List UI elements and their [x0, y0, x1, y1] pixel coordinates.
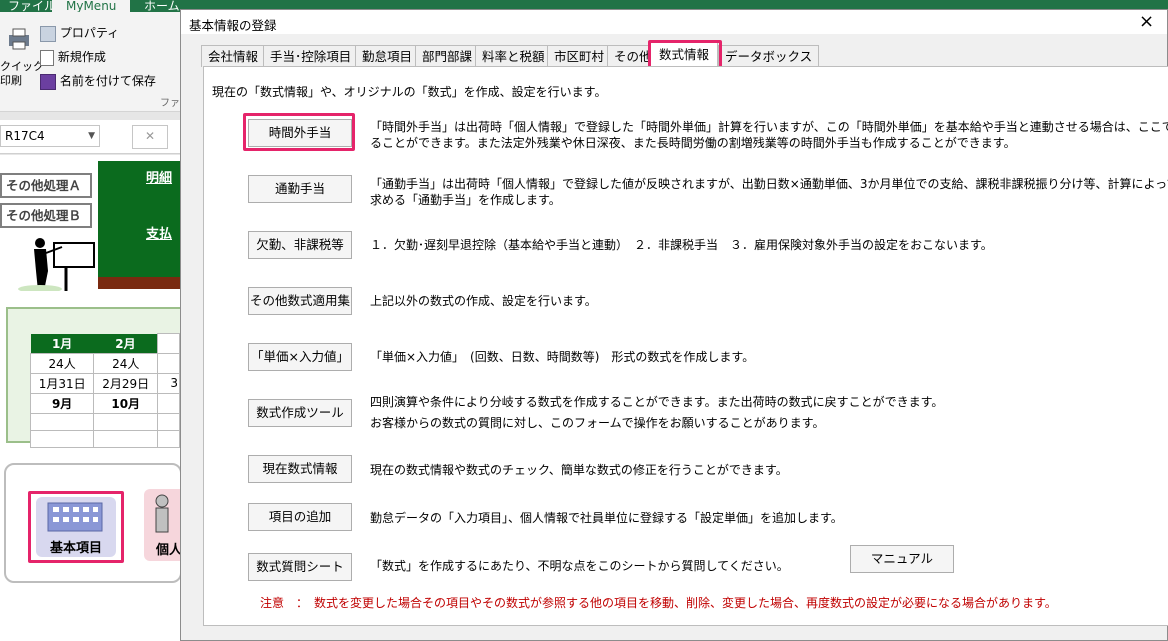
commute-desc: 「通勤手当」は出荷時「個人情報」で登録した値が反映されますが、出勤日数×通勤単価…: [370, 176, 1168, 208]
commute-allowance-button[interactable]: 通勤手当: [248, 175, 352, 203]
property-button[interactable]: プロパティ: [40, 24, 119, 42]
basic-item-button[interactable]: 基本項目: [36, 497, 116, 557]
add-item-desc: 勤怠データの「入力項目」、個人情報で社員単位に登録する「設定単価」を追加します。: [370, 511, 843, 525]
other-process-b-button[interactable]: その他処理Ｂ: [0, 203, 92, 228]
formula-bar: R17C4 ▼ ✕: [0, 120, 182, 154]
building-icon: [47, 502, 103, 532]
ribbon-tab-mymenu[interactable]: MyMenu: [52, 0, 131, 12]
tab-data-box[interactable]: データボックス: [718, 45, 820, 67]
warning-note: 注意 ： 数式を変更した場合その項目やその数式が参照する他の項目を移動、削除、変…: [260, 596, 1057, 610]
tab-departments[interactable]: 部門部課: [415, 45, 480, 67]
dialog-window: 基本情報の登録 × 会社情報 手当･控除項目 勤怠項目 部門部課 料率と税額 市…: [180, 9, 1168, 641]
desc-line: お客様からの数式の質問に対し、このフォームで操作をお願いすることがあります。: [370, 416, 825, 430]
presenter-floor: [98, 277, 182, 289]
calendar-cell: 3: [157, 372, 180, 394]
chevron-down-icon: ▼: [88, 131, 95, 141]
formula-tool-desc: 四則演算や条件により分岐する数式を作成することができます。また出荷時の数式に戻す…: [370, 392, 943, 434]
basic-item-label: 基本項目: [49, 541, 102, 556]
tab-municipalities[interactable]: 市区町村: [547, 45, 612, 67]
tab-company-info[interactable]: 会社情報: [201, 45, 266, 67]
name-box-value: R17C4: [5, 129, 45, 143]
calendar-cell: 24人: [29, 352, 95, 374]
desc-line: 求める「通勤手当」を作成します。: [370, 193, 561, 207]
dialog-title: 基本情報の登録: [189, 18, 277, 33]
calendar-header: 2月: [93, 333, 158, 353]
personal-label: 個人: [156, 543, 183, 558]
save-icon: [40, 73, 56, 90]
calendar-header: 1月: [30, 333, 94, 353]
absence-nontax-button[interactable]: 欠勤、非課税等: [248, 231, 352, 259]
green-banner: 明細 支払: [98, 161, 182, 281]
question-sheet-desc: 「数式」を作成するにあたり、不明な点をこのシートから質問してください。: [370, 559, 789, 573]
tab-rates-taxes[interactable]: 料率と税額: [475, 45, 552, 67]
link-shiharai[interactable]: 支払: [146, 223, 172, 242]
presenter-icon: [18, 238, 95, 291]
formula-cancel-icon[interactable]: ✕: [132, 125, 168, 149]
dialog-titlebar: 基本情報の登録 ×: [181, 10, 1167, 34]
personal-button[interactable]: 個人: [144, 489, 182, 561]
quick-print-label: クイック 印刷: [0, 60, 44, 87]
ribbon-group-label: ファ: [160, 98, 180, 109]
property-label: プロパティ: [59, 26, 120, 40]
other-formulas-button[interactable]: その他数式適用集: [248, 287, 352, 315]
formula-question-sheet-button[interactable]: 数式質問シート: [248, 553, 352, 581]
unit-price-desc: 「単価×入力値」 (回数、日数、時間数等) 形式の数式を作成します。: [370, 350, 755, 364]
desc-line: 「時間外手当」は出荷時「個人情報」で登録した「時間外単価」計算を行いますが、この…: [370, 120, 1168, 134]
highlight-overtime-button: [243, 113, 355, 151]
add-item-button[interactable]: 項目の追加: [248, 503, 352, 531]
desc-line: 「通勤手当」は出荷時「個人情報」で登録した値が反映されますが、出勤日数×通勤単価…: [370, 177, 1168, 191]
absence-desc: １．欠勤･遅刻早退控除（基本給や手当と連動） ２．非課税手当 ３．雇用保険対象外…: [370, 238, 993, 252]
unit-price-input-button[interactable]: 「単価×入力値」: [248, 343, 352, 371]
overtime-desc: 「時間外手当」は出荷時「個人情報」で登録した「時間外単価」計算を行いますが、この…: [370, 119, 1168, 151]
close-icon[interactable]: ×: [1139, 11, 1154, 32]
printer-icon: [9, 28, 29, 50]
quick-print-button[interactable]: [6, 26, 32, 55]
new-file-label: 新規作成: [57, 50, 106, 64]
other-process-a-button[interactable]: その他処理Ａ: [0, 173, 92, 198]
save-as-button[interactable]: 名前を付けて保存: [40, 72, 156, 90]
desc-line: 四則演算や条件により分岐する数式を作成することができます。また出荷時の数式に戻す…: [370, 395, 944, 409]
calendar-table: 1月 2月 24人 24人 1月31日 2月29日 3 9月 10月: [29, 333, 180, 448]
new-file-button[interactable]: 新規作成: [40, 48, 106, 66]
person-icon: [155, 494, 169, 533]
intro-text: 現在の「数式情報」や、オリジナルの「数式」を作成、設定を行います。: [212, 85, 607, 99]
calendar-cell: 24人: [93, 352, 159, 374]
desc-line: ることができます。また法定外残業や休日深夜、また長時間労働の割増残業等の時間外手…: [370, 136, 1016, 150]
calendar-cell: 9月: [29, 392, 95, 414]
calendar-cell: 10月: [93, 392, 159, 414]
ribbon-body: クイック 印刷 プロパティ 新規作成 名前を付けて保存 ファ: [0, 12, 182, 112]
tab-allowance-deduction[interactable]: 手当･控除項目: [263, 45, 359, 67]
property-icon: [40, 25, 56, 42]
save-as-label: 名前を付けて保存: [59, 74, 156, 88]
new-file-icon: [40, 49, 54, 66]
calendar-cell: 2月29日: [93, 372, 159, 394]
link-meisai[interactable]: 明細: [146, 167, 172, 186]
name-box[interactable]: R17C4 ▼: [0, 125, 100, 147]
manual-button[interactable]: マニュアル: [850, 545, 954, 573]
current-formula-button[interactable]: 現在数式情報: [248, 455, 352, 483]
tab-attendance-items[interactable]: 勤怠項目: [355, 45, 420, 67]
calendar-cell: 1月31日: [29, 372, 95, 394]
other-formulas-desc: 上記以外の数式の作成、設定を行います。: [370, 294, 597, 308]
worksheet: その他処理Ａ その他処理Ｂ 明細 支払 1月 2月 24人 24人 1月31日: [0, 155, 182, 641]
formula-tool-button[interactable]: 数式作成ツール: [248, 399, 352, 427]
current-formula-desc: 現在の数式情報や数式のチェック、簡単な数式の修正を行うことができます。: [370, 463, 788, 477]
calendar-box: 1月 2月 24人 24人 1月31日 2月29日 3 9月 10月: [6, 307, 182, 448]
